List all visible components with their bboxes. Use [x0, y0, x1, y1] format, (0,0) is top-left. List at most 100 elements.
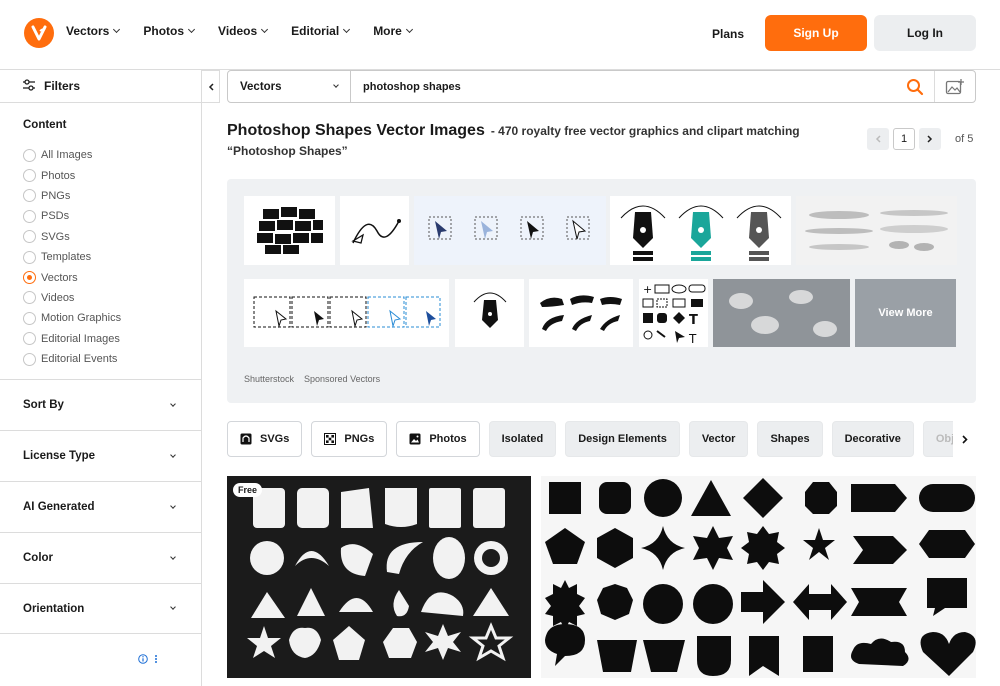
chevron-down-icon — [113, 25, 121, 34]
svg-icon — [240, 433, 252, 445]
nav-editorial[interactable]: Editorial — [291, 24, 351, 38]
nav-vectors[interactable]: Vectors — [66, 24, 121, 38]
radio-button[interactable] — [23, 230, 36, 244]
search-type-select[interactable]: Vectors — [228, 71, 351, 102]
svg-text:T: T — [689, 313, 698, 328]
sponsored-tile[interactable] — [455, 279, 524, 347]
sponsored-tile[interactable] — [340, 196, 409, 265]
image-search-button[interactable] — [935, 71, 975, 102]
content-option-pngs[interactable]: PNGs — [0, 186, 201, 206]
filters-header[interactable]: Filters — [0, 70, 201, 103]
tag-vector[interactable]: Vector — [688, 421, 749, 457]
sponsored-results: + T T View More Shutterstock Sponsored V… — [227, 179, 976, 403]
radio-button[interactable] — [23, 148, 36, 162]
selection-cursor-image — [428, 216, 590, 239]
sliders-icon — [22, 78, 36, 94]
content-option-svgs[interactable]: SVGs — [0, 227, 201, 247]
radio-button[interactable] — [23, 332, 36, 346]
content-option-psds[interactable]: PSDs — [0, 206, 201, 226]
radio-button[interactable] — [23, 169, 36, 183]
page-count: of 5 — [955, 133, 974, 145]
sponsored-tile[interactable] — [796, 196, 957, 265]
chevron-right-icon — [927, 135, 933, 143]
radio-button[interactable] — [23, 352, 36, 366]
accordion-orientation[interactable]: Orientation — [0, 583, 201, 634]
results-query: “Photoshop Shapes” — [227, 144, 348, 158]
log-in-button[interactable]: Log In — [874, 15, 976, 51]
result-card[interactable] — [541, 476, 976, 678]
chevron-left-icon — [875, 135, 881, 143]
content-option-editorial-images[interactable]: Editorial Images — [0, 329, 201, 349]
content-option-motion-graphics[interactable]: Motion Graphics — [0, 308, 201, 328]
filter-sidebar: Filters Content All Images Photos PNGs P… — [0, 70, 202, 686]
sponsored-tile[interactable] — [244, 196, 335, 265]
radio-button-selected[interactable] — [23, 271, 36, 285]
tag-photos[interactable]: Photos — [396, 421, 480, 457]
content-option-videos[interactable]: Videos — [0, 288, 201, 308]
search-input[interactable] — [351, 71, 895, 102]
tag-decorative[interactable]: Decorative — [831, 421, 914, 457]
content-option-all-images[interactable]: All Images — [0, 145, 201, 165]
radio-button[interactable] — [23, 250, 36, 264]
result-card[interactable]: Free — [227, 476, 531, 678]
previous-page-button[interactable] — [867, 128, 889, 150]
page-title: Photoshop Shapes Vector Images — [227, 122, 485, 139]
accordion-ai-generated[interactable]: AI Generated — [0, 481, 201, 532]
content-option-editorial-events[interactable]: Editorial Events — [0, 349, 201, 369]
tool-icons-image: + T T — [642, 283, 705, 345]
content-option-templates[interactable]: Templates — [0, 247, 201, 267]
more-vertical-icon[interactable] — [154, 654, 158, 664]
accordion-license-type[interactable]: License Type — [0, 430, 201, 481]
radio-button[interactable] — [23, 311, 36, 325]
sponsored-tile[interactable] — [713, 279, 850, 347]
sponsored-tile[interactable] — [414, 196, 606, 265]
accordion-color[interactable]: Color — [0, 532, 201, 583]
related-tags: SVGs PNGs Photos Isolated Design Element… — [227, 421, 976, 457]
brick-shapes-image — [256, 206, 323, 254]
svg-text:+: + — [643, 283, 652, 296]
accordion-sort-by[interactable]: Sort By — [0, 379, 201, 430]
radio-button[interactable] — [23, 189, 36, 203]
sponsored-tile[interactable] — [529, 279, 633, 347]
pen-tool-curve-image — [350, 218, 401, 244]
tags-scroll-right-button[interactable] — [953, 421, 976, 457]
image-search-icon — [945, 78, 964, 94]
sponsored-tile[interactable] — [244, 279, 449, 347]
pen-nib-icons-image — [620, 205, 781, 261]
search-icon — [906, 78, 923, 95]
radio-button[interactable] — [23, 291, 36, 305]
collapse-sidebar-button[interactable] — [202, 70, 220, 103]
sponsored-tile[interactable] — [610, 196, 791, 265]
main-nav: Vectors Photos Videos Editorial More — [66, 24, 436, 38]
content-option-photos[interactable]: Photos — [0, 165, 201, 185]
tag-svgs[interactable]: SVGs — [227, 421, 303, 457]
view-more-button[interactable]: View More — [855, 279, 956, 347]
chevron-down-icon — [170, 451, 176, 458]
tag-shapes[interactable]: Shapes — [757, 421, 823, 457]
sponsored-tile[interactable]: + T T — [639, 279, 708, 347]
nav-videos[interactable]: Videos — [218, 24, 269, 38]
search-button[interactable] — [895, 71, 935, 102]
nav-photos[interactable]: Photos — [143, 24, 196, 38]
plans-link[interactable]: Plans — [712, 27, 744, 41]
next-page-button[interactable] — [919, 128, 941, 150]
radio-button[interactable] — [23, 209, 36, 223]
png-icon — [324, 433, 337, 445]
white-shapes-image — [247, 488, 514, 662]
content-heading: Content — [23, 119, 67, 131]
chevron-down-icon — [333, 82, 339, 88]
black-shapes-image — [545, 478, 976, 676]
sign-up-button[interactable]: Sign Up — [765, 15, 867, 51]
chevron-down-icon — [170, 553, 176, 560]
tag-isolated[interactable]: Isolated — [488, 421, 557, 457]
vecteezy-logo-icon[interactable] — [24, 18, 54, 48]
info-icon[interactable] — [138, 654, 148, 664]
nav-more[interactable]: More — [373, 24, 413, 38]
page-number-input[interactable]: 1 — [893, 128, 915, 150]
tag-pngs[interactable]: PNGs — [311, 421, 388, 457]
chevron-down-icon — [170, 502, 176, 509]
tag-design-elements[interactable]: Design Elements — [565, 421, 680, 457]
top-header: Vectors Photos Videos Editorial More Pla… — [0, 0, 1000, 66]
svg-text:T: T — [688, 332, 697, 345]
content-option-vectors[interactable]: Vectors — [0, 267, 201, 287]
